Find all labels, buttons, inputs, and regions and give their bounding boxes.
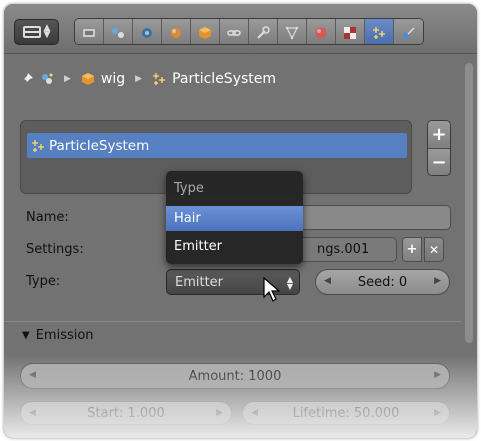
chevron-right-icon: ▶: [64, 74, 71, 84]
constraints-context-button[interactable]: [220, 19, 249, 44]
object-icon: [81, 73, 94, 85]
start-value: Start: 1.000: [87, 405, 165, 421]
emission-panel-header[interactable]: ▼ Emission: [4, 321, 462, 349]
material-icon: [315, 27, 327, 38]
scrollbar[interactable]: [465, 63, 473, 343]
render-layers-icon: [112, 27, 124, 38]
amount-field[interactable]: ◀ Amount: 1000 ▶: [20, 363, 450, 389]
particles-icon: [373, 26, 385, 39]
plus-icon: +: [431, 124, 447, 145]
render-icon: [83, 28, 95, 37]
type-label: Type:: [26, 274, 61, 289]
new-settings-button[interactable]: +: [402, 237, 422, 262]
object-icon: [199, 26, 211, 39]
chevron-updown-icon: ▲ ▼: [286, 275, 293, 291]
scene-icon: [142, 27, 152, 38]
constraints-icon: [227, 29, 241, 36]
list-side-buttons: + −: [427, 120, 451, 176]
name-label: Name:: [26, 210, 69, 225]
close-icon: ✕: [428, 242, 440, 257]
render-layers-context-button[interactable]: [104, 19, 133, 44]
chevron-left-icon[interactable]: ◀: [251, 408, 258, 418]
object-data-context-button[interactable]: [278, 19, 307, 44]
settings-value: ngs.001: [317, 242, 370, 257]
physics-context-button[interactable]: [394, 19, 423, 44]
world-icon: [171, 27, 181, 38]
seed-field[interactable]: ◀ Seed: 0 ▶: [315, 269, 450, 295]
particle-properties-panel: ▶ wig ▶ ParticleSystem ParticleSystem + …: [4, 55, 477, 438]
render-context-button[interactable]: [75, 19, 104, 44]
material-context-button[interactable]: [307, 19, 336, 44]
pin-icon[interactable]: [20, 72, 34, 86]
particles-context-button[interactable]: [365, 19, 394, 44]
start-field[interactable]: ◀ Start: 1.000 ▶: [20, 401, 232, 425]
particles-icon: [153, 73, 166, 85]
chevron-right-icon[interactable]: ▶: [434, 276, 441, 286]
breadcrumb-particle-system: ParticleSystem: [172, 71, 277, 87]
list-item-label: ParticleSystem: [49, 137, 150, 154]
object-context-button[interactable]: [191, 19, 220, 44]
menu-item-label: Emitter: [174, 239, 223, 254]
type-select-value: Emitter: [175, 274, 224, 290]
world-context-button[interactable]: [162, 19, 191, 44]
type-dropdown-menu: Type Hair Emitter: [166, 171, 303, 264]
lifetime-value: Lifetime: 50.000: [292, 405, 400, 421]
settings-label: Settings:: [26, 242, 84, 257]
chevron-right-icon[interactable]: ▶: [216, 408, 223, 418]
amount-value: Amount: 1000: [188, 368, 282, 384]
mouse-cursor-icon: [263, 277, 281, 302]
unlink-settings-button[interactable]: ✕: [424, 237, 444, 262]
seed-value: Seed: 0: [357, 274, 408, 290]
texture-context-button[interactable]: [336, 19, 365, 44]
scene-context-button[interactable]: [133, 19, 162, 44]
chevron-down-icon: ▼: [22, 330, 30, 341]
remove-slot-button[interactable]: −: [428, 148, 450, 175]
particles-icon: [32, 139, 44, 152]
emission-title: Emission: [35, 328, 94, 343]
properties-editor: ▲ ▼ ▶ wig ▶ ParticleSystem ParticleSyste…: [4, 4, 477, 438]
chevron-left-icon[interactable]: ◀: [29, 408, 36, 418]
plus-icon: +: [406, 242, 418, 257]
editor-type-button[interactable]: ▲ ▼: [14, 19, 59, 45]
minus-icon: −: [431, 151, 447, 173]
texture-icon: [344, 26, 356, 39]
header-toolbar: ▲ ▼: [4, 4, 477, 54]
modifiers-context-button[interactable]: [249, 19, 278, 44]
menu-item-hair[interactable]: Hair: [166, 206, 303, 231]
breadcrumb-object: wig: [100, 71, 126, 87]
chevron-right-icon: ▶: [135, 74, 143, 84]
chevron-left-icon[interactable]: ◀: [29, 370, 36, 380]
chevron-updown-icon: ▲ ▼: [43, 23, 51, 40]
menu-title: Type: [174, 181, 204, 196]
chevron-right-icon[interactable]: ▶: [434, 408, 441, 418]
lifetime-field[interactable]: ◀ Lifetime: 50.000 ▶: [242, 401, 450, 425]
menu-item-label: Hair: [174, 211, 201, 226]
modifiers-icon: [257, 25, 270, 39]
add-slot-button[interactable]: +: [428, 121, 450, 148]
menu-item-emitter[interactable]: Emitter: [166, 234, 303, 259]
list-item[interactable]: ParticleSystem: [27, 133, 407, 158]
context-tabs: [74, 18, 424, 45]
chevron-left-icon[interactable]: ◀: [324, 276, 331, 286]
object-data-icon: [285, 26, 299, 39]
editor-type-icon: [22, 26, 41, 38]
physics-icon: [402, 26, 415, 39]
breadcrumb: ▶ wig ▶ ParticleSystem: [20, 69, 276, 89]
scene-icon: [42, 73, 53, 84]
chevron-right-icon[interactable]: ▶: [434, 370, 441, 380]
